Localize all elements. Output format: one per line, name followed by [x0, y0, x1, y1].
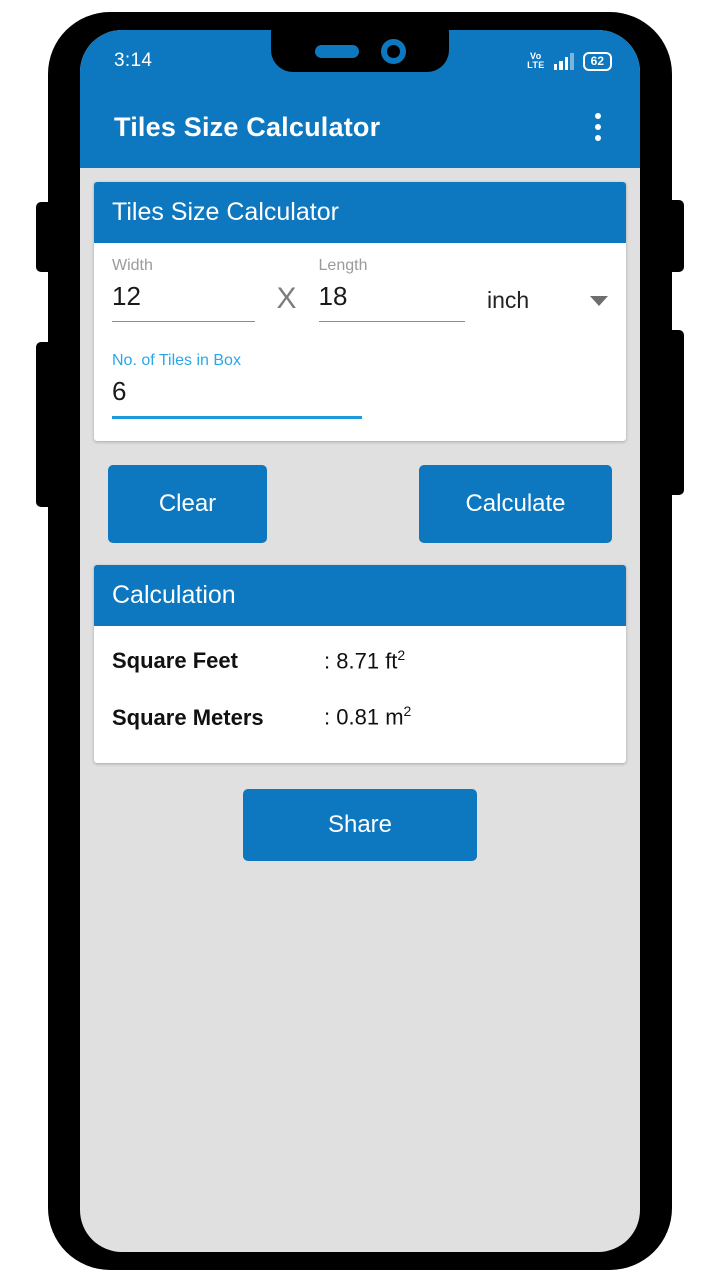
- action-row: Clear Calculate: [94, 441, 626, 565]
- share-button[interactable]: Share: [243, 788, 477, 861]
- volte-label-bottom: LTE: [527, 60, 545, 70]
- width-input[interactable]: 12: [112, 281, 255, 322]
- result-separator: :: [324, 704, 337, 730]
- more-vert-icon[interactable]: [578, 105, 618, 149]
- input-card-body: Width 12 X Length 18 inch No. of Tiles i…: [94, 243, 626, 441]
- app-bar: Tiles Size Calculator: [80, 86, 640, 168]
- input-card: Tiles Size Calculator Width 12 X Length …: [94, 182, 626, 441]
- result-unit: ft: [385, 648, 398, 674]
- result-exponent: 2: [403, 703, 412, 720]
- result-number: 0.81: [336, 704, 380, 730]
- width-label: Width: [112, 257, 153, 274]
- status-indicators: Vo LTE 62: [527, 51, 612, 71]
- volte-icon: Vo LTE: [527, 52, 545, 70]
- result-label: Square Meters: [112, 704, 264, 730]
- unit-dropdown-value: inch: [486, 287, 530, 313]
- share-row: Share: [94, 763, 626, 861]
- hardware-button-right-mid[interactable]: [668, 330, 684, 495]
- result-label: Square Feet: [112, 648, 238, 674]
- signal-bars-icon: [553, 52, 574, 70]
- tiles-in-box-input[interactable]: 6: [112, 376, 362, 419]
- result-value: : 8.71 ft2: [324, 647, 405, 674]
- result-exponent: 2: [397, 647, 406, 663]
- unit-dropdown[interactable]: inch: [487, 287, 608, 314]
- tiles-in-box-label: No. of Tiles in Box: [112, 352, 241, 369]
- hardware-button-right-top[interactable]: [668, 200, 684, 272]
- calculation-card: Calculation Square Feet : 8.71 ft2 Squar…: [94, 565, 626, 763]
- hardware-button-left-top[interactable]: [36, 202, 52, 272]
- calculate-button[interactable]: Calculate: [419, 465, 612, 543]
- phone-frame: 3:14 Vo LTE 62 Tiles Size Calculator Til…: [36, 12, 684, 1270]
- battery-icon: 62: [582, 51, 612, 71]
- phone-screen: 3:14 Vo LTE 62 Tiles Size Calculator Til…: [80, 30, 640, 1252]
- chevron-down-icon: [590, 295, 608, 306]
- length-field[interactable]: Length 18: [318, 257, 465, 322]
- display-notch: [271, 30, 449, 72]
- earpiece-speaker-icon: [314, 44, 359, 58]
- table-row: Square Feet : 8.71 ft2: [112, 632, 608, 688]
- result-separator: :: [324, 648, 337, 674]
- table-row: Square Meters : 0.81 m2: [112, 688, 608, 744]
- result-unit: m: [385, 704, 404, 730]
- length-input[interactable]: 18: [318, 281, 465, 322]
- multiply-separator: X: [276, 282, 297, 315]
- width-field[interactable]: Width 12: [112, 257, 255, 322]
- tiles-in-box-field[interactable]: No. of Tiles in Box 6: [112, 352, 362, 419]
- calculation-card-body: Square Feet : 8.71 ft2 Square Meters : 0…: [94, 626, 626, 763]
- status-time: 3:14: [114, 50, 153, 71]
- hardware-button-left-mid[interactable]: [36, 342, 52, 507]
- app-content: Tiles Size Calculator Width 12 X Length …: [80, 168, 640, 861]
- input-card-header: Tiles Size Calculator: [94, 182, 626, 243]
- result-number: 8.71: [336, 648, 380, 674]
- result-value: : 0.81 m2: [324, 703, 411, 730]
- front-camera-icon: [380, 38, 406, 64]
- length-label: Length: [318, 257, 368, 274]
- dimension-row: Width 12 X Length 18 inch: [112, 257, 608, 322]
- calculation-card-header: Calculation: [94, 565, 626, 626]
- page-title: Tiles Size Calculator: [114, 111, 381, 142]
- clear-button[interactable]: Clear: [108, 465, 267, 543]
